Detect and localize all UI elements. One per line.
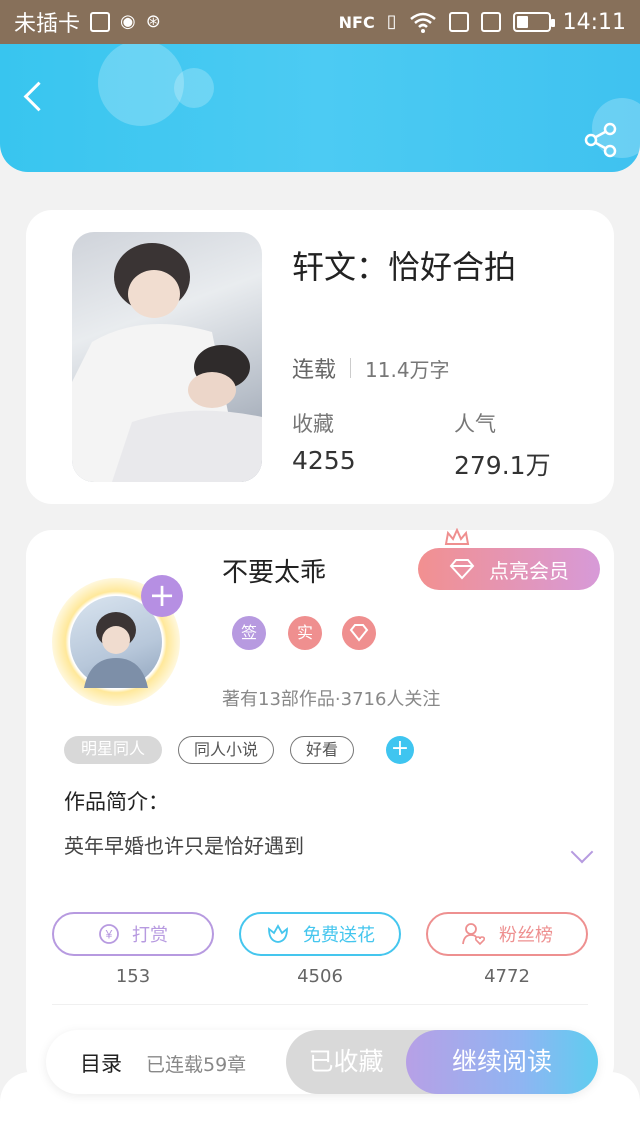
status-right: NFC ▯ 14:11	[339, 10, 626, 35]
flower-count: 4506	[297, 966, 343, 987]
yen-coin-icon: ¥	[99, 924, 119, 944]
tip-count: 153	[115, 966, 151, 987]
fan-count: 4772	[484, 966, 530, 987]
popularity-label: 人气	[454, 412, 496, 436]
book-cover-image[interactable]	[72, 232, 262, 482]
top-header	[0, 44, 640, 172]
crown-icon	[444, 528, 470, 545]
signed-badge: 签	[232, 616, 266, 650]
bottom-action-bar: 目录 已连载59章 已收藏 继续阅读	[46, 1030, 598, 1094]
divider	[52, 1004, 588, 1005]
intro-heading: 作品简介：	[64, 790, 169, 814]
serial-status-row: 连载 11.4万字	[292, 352, 450, 384]
status-left: 未插卡 ◉ ⊛	[14, 6, 161, 38]
image-icon	[90, 12, 111, 32]
author-card: + 不要太乖 点亮会员 签 实 著有13部作品·3716人关注 明星同人 同人小…	[26, 528, 614, 1090]
fan-ranking-label: 粉丝榜	[499, 925, 553, 946]
battery-icon	[512, 12, 555, 32]
author-stats: 著有13部作品·3716人关注	[222, 689, 441, 710]
serial-status: 连载	[292, 358, 337, 383]
sim1-icon	[448, 12, 469, 32]
flower-icon	[268, 924, 288, 943]
back-button[interactable]	[20, 78, 50, 118]
follow-author-button[interactable]: +	[141, 575, 183, 617]
diamond-badge-icon	[342, 616, 376, 650]
activate-vip-button[interactable]: 点亮会员	[418, 548, 600, 590]
favorited-label: 已收藏	[308, 1047, 384, 1076]
carrier-label: 未插卡	[14, 12, 81, 37]
continue-reading-button[interactable]: 继续阅读	[406, 1030, 598, 1094]
add-tag-button[interactable]: +	[386, 736, 414, 764]
decor-bubble	[98, 44, 184, 126]
clock: 14:11	[562, 9, 626, 35]
favorites-count: 4255	[292, 446, 356, 475]
vip-button-label: 点亮会员	[489, 558, 569, 583]
author-name: 不要太乖	[222, 558, 327, 588]
fan-icon	[462, 923, 486, 946]
verified-badge: 实	[288, 616, 322, 650]
popularity-count: 279.1万	[454, 451, 551, 480]
decor-bubble	[174, 68, 214, 108]
table-of-contents-button[interactable]: 目录	[80, 1048, 122, 1078]
word-count: 11.4万字	[365, 357, 450, 382]
tip-button-label: 打赏	[132, 925, 168, 946]
favorites-label: 收藏	[292, 412, 334, 436]
wifi-icon	[409, 12, 436, 33]
steering-icon: ⊛	[145, 11, 161, 32]
status-bar: 未插卡 ◉ ⊛ NFC ▯ 14:11	[0, 0, 640, 44]
diamond-icon	[449, 559, 475, 580]
tag-chip[interactable]: 好看	[290, 736, 354, 764]
send-flower-label: 免费送花	[303, 925, 375, 946]
vibrate-icon: ▯	[386, 11, 397, 32]
book-title: 轩文：恰好合拍	[292, 248, 517, 286]
book-info-card: 轩文：恰好合拍 连载 11.4万字 收藏 4255 人气 279.1万	[26, 210, 614, 504]
fan-ranking-button[interactable]: 粉丝榜	[426, 912, 588, 956]
share-icon[interactable]	[584, 122, 618, 158]
tag-chip[interactable]: 明星同人	[64, 736, 162, 764]
camera-icon: ◉	[120, 11, 136, 32]
tag-chip[interactable]: 同人小说	[178, 736, 274, 764]
divider	[350, 358, 352, 378]
sim2-icon	[480, 12, 501, 32]
intro-text: 英年早婚也许只是恰好遇到	[64, 834, 304, 858]
nfc-icon: NFC	[338, 12, 375, 32]
expand-chevron-icon[interactable]	[570, 840, 594, 864]
tip-button[interactable]: ¥ 打赏	[52, 912, 214, 956]
send-flower-button[interactable]: 免费送花	[239, 912, 401, 956]
battery-level	[516, 16, 528, 28]
chapter-count: 已连载59章	[146, 1054, 247, 1076]
svg-text:¥: ¥	[105, 928, 113, 942]
